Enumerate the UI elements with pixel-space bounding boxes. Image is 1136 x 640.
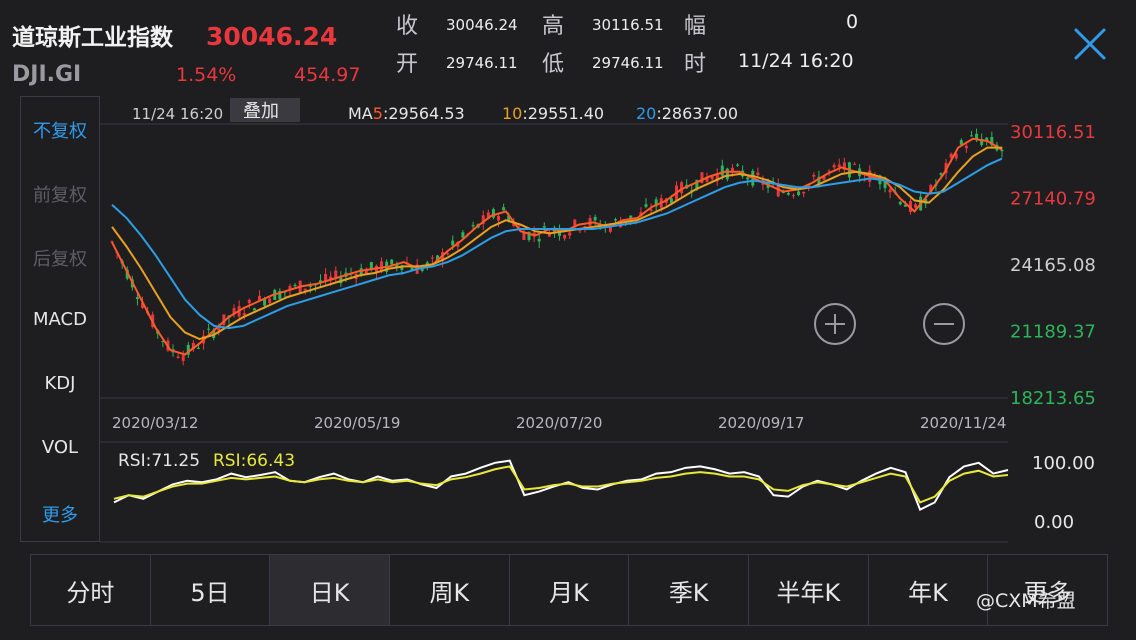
candle-body <box>888 189 892 193</box>
candle-body <box>969 135 973 137</box>
candle-body <box>242 313 246 316</box>
zoom-out-icon[interactable] <box>923 303 965 345</box>
ma20-legend: 20:28637.00 <box>636 104 738 123</box>
candle-body <box>746 177 750 180</box>
candle-body <box>252 308 256 311</box>
candle-body <box>797 191 801 196</box>
candle-body <box>247 299 251 304</box>
overlay-button[interactable]: 叠加 <box>243 101 279 122</box>
tab-weekly-k[interactable]: 周K <box>390 555 510 625</box>
tab-5day[interactable]: 5日 <box>151 555 271 625</box>
ma10-num: 10 <box>502 104 522 123</box>
candle-body <box>964 145 968 149</box>
rsi-tick-0: 0.00 <box>1034 512 1074 533</box>
tab-halfyear-k[interactable]: 半年K <box>749 555 869 625</box>
candle-body <box>802 191 806 194</box>
candle-body <box>497 215 501 221</box>
candle-body <box>369 262 373 269</box>
candle-body <box>196 347 200 349</box>
y-tick-label: 18213.65 <box>1010 388 1096 409</box>
zoom-in-icon[interactable] <box>814 303 856 345</box>
ma-legend: MA5:29564.53 <box>348 104 465 123</box>
candle-body <box>135 297 139 300</box>
x-axis-ticks: 2020/03/12 2020/05/19 2020/07/20 2020/09/17… <box>112 414 1006 432</box>
ma20-line <box>111 157 1003 330</box>
candle-body <box>853 163 857 165</box>
rsi-tick-100: 100.00 <box>1032 453 1095 474</box>
y-tick-label: 27140.79 <box>1010 189 1096 210</box>
x-tick-label: 2020/03/12 <box>112 414 198 432</box>
y-tick-label: 21189.37 <box>1010 322 1096 343</box>
ma5-prefix: MA <box>348 104 373 123</box>
ma10-legend: 10:29551.40 <box>502 104 604 123</box>
tab-quarterly-k[interactable]: 季K <box>629 555 750 625</box>
tab-daily-k[interactable]: 日K <box>270 555 391 625</box>
candle-body <box>542 226 546 228</box>
candle-body <box>446 253 450 255</box>
cursor-time: 11/24 16:20 <box>132 105 223 123</box>
candles-group <box>110 128 1004 366</box>
candle-body <box>720 165 724 176</box>
candle-body <box>736 164 740 166</box>
ma5-value: :29564.53 <box>383 104 465 123</box>
candle-body <box>613 219 617 221</box>
x-tick-label: 2020/11/24 <box>920 414 1006 432</box>
tab-yearly-k[interactable]: 年K <box>869 555 989 625</box>
candle-body <box>176 356 180 359</box>
candle-body <box>268 298 272 304</box>
x-tick-label: 2020/05/19 <box>314 414 400 432</box>
candle-body <box>568 232 572 236</box>
candle-body <box>563 234 567 239</box>
candle-body <box>812 174 816 177</box>
candle-body <box>502 207 506 211</box>
rsi2-line <box>113 465 1009 504</box>
x-tick-label: 2020/09/17 <box>718 414 804 432</box>
tab-intraday[interactable]: 分时 <box>31 555 151 625</box>
y-tick-label: 30116.51 <box>1010 122 1096 143</box>
candle-body <box>786 192 790 195</box>
watermark: @CXM希盟 <box>976 590 1076 612</box>
candle-body <box>791 195 795 197</box>
candle-body <box>390 259 394 265</box>
candle-body <box>578 229 582 231</box>
candle-body <box>430 257 434 259</box>
y-axis-ticks: 30116.51 27140.79 24165.08 21189.37 18213.65 <box>1010 122 1096 409</box>
candle-body <box>725 168 729 180</box>
candle-body <box>832 164 836 168</box>
rsi1-label: RSI:71.25 <box>118 451 200 471</box>
candle-body <box>914 204 918 208</box>
ma10-value: :29551.40 <box>522 104 604 123</box>
candle-body <box>471 225 475 227</box>
kline-chart[interactable]: 11/24 16:20 叠加 MA5:29564.53 10:29551.40 … <box>0 0 1136 640</box>
candle-body <box>898 201 902 205</box>
ma20-num: 20 <box>636 104 656 123</box>
ma5-num: 5 <box>373 104 383 123</box>
candle-body <box>537 238 541 242</box>
y-tick-label: 24165.08 <box>1010 255 1096 276</box>
rsi2-label: RSI:66.43 <box>213 451 295 471</box>
ma20-value: :28637.00 <box>656 104 738 123</box>
tab-monthly-k[interactable]: 月K <box>510 555 630 625</box>
candle-body <box>461 232 465 238</box>
candle-body <box>293 284 297 287</box>
candle-body <box>644 204 648 207</box>
candle-body <box>207 328 211 330</box>
candle-body <box>451 240 455 246</box>
x-tick-label: 2020/07/20 <box>516 414 602 432</box>
candle-body <box>303 288 307 291</box>
candle-body <box>939 173 943 175</box>
candle-body <box>181 355 185 361</box>
candle-body <box>593 216 597 221</box>
period-tabs: 分时 5日 日K 周K 月K 季K 半年K 年K 更多 <box>30 554 1108 626</box>
candle-body <box>756 172 760 176</box>
candle-body <box>380 261 384 271</box>
candle-body <box>334 270 338 278</box>
